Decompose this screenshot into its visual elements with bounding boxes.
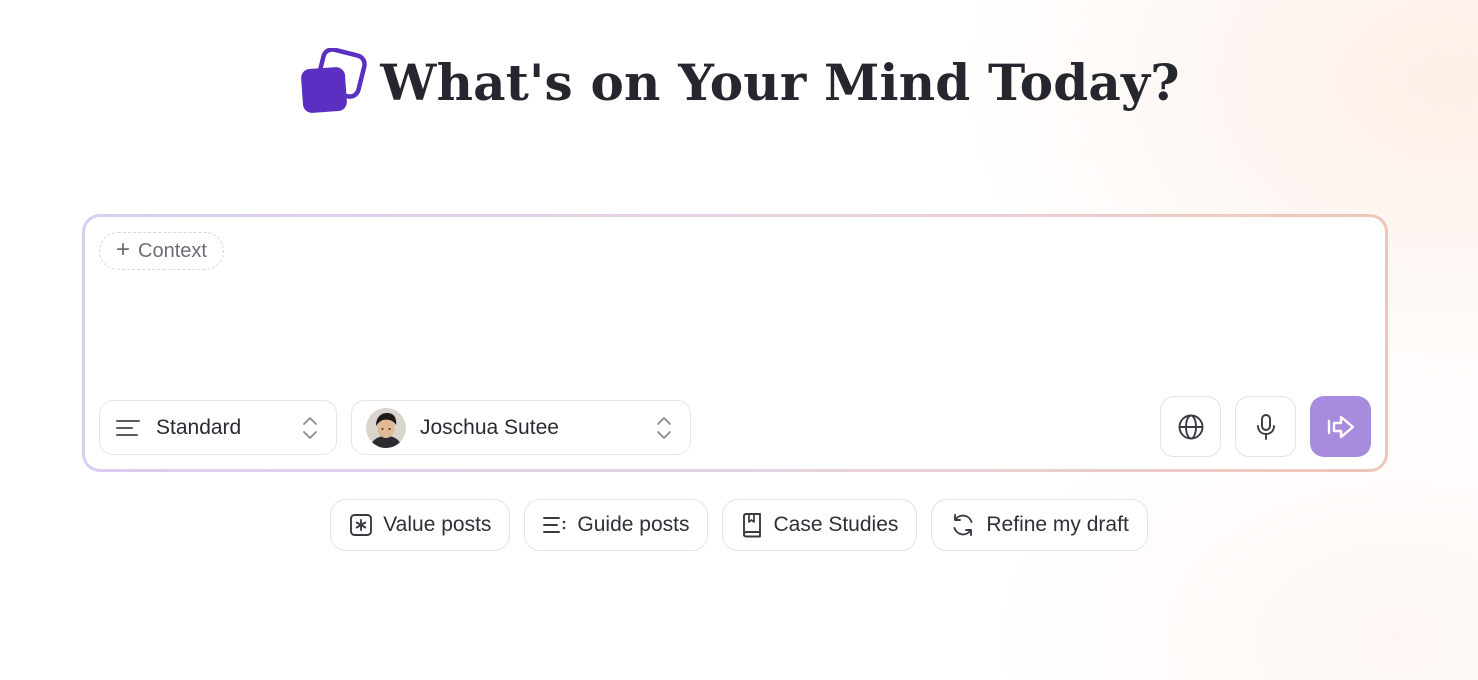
avatar: [366, 407, 406, 448]
page-header: What's on Your Mind Today?: [0, 48, 1478, 118]
asterisk-box-icon: [350, 514, 373, 536]
plus-icon: +: [116, 236, 131, 263]
web-search-button[interactable]: [1160, 396, 1221, 457]
prompt-composer[interactable]: + Context Standard Joschua Sutee: [85, 217, 1385, 469]
stacked-squares-logo-icon: [301, 48, 368, 113]
mode-select-value: Standard: [156, 415, 242, 439]
author-select[interactable]: Joschua Sutee: [351, 400, 691, 455]
refresh-icon: [953, 514, 973, 536]
list-icon: [543, 517, 566, 533]
composer-border: + Context Standard Joschua Sutee: [82, 214, 1388, 472]
suggestion-guide-posts[interactable]: Guide posts: [524, 499, 709, 551]
send-button[interactable]: [1310, 396, 1371, 457]
microphone-icon: [1256, 413, 1275, 440]
mode-select[interactable]: Standard: [99, 400, 337, 455]
suggestion-label: Refine my draft: [986, 513, 1129, 536]
voice-input-button[interactable]: [1235, 396, 1296, 457]
page-title: What's on Your Mind Today?: [380, 53, 1180, 112]
add-context-label: Context: [138, 239, 207, 262]
align-left-lines-icon: [116, 419, 140, 436]
add-context-button[interactable]: + Context: [99, 232, 224, 270]
chevron-up-down-icon: [303, 417, 317, 439]
book-icon: [743, 513, 762, 538]
chevron-up-down-icon: [657, 417, 671, 439]
globe-icon: [1178, 414, 1203, 439]
suggestion-label: Guide posts: [577, 513, 690, 536]
suggestion-label: Value posts: [383, 513, 492, 536]
suggestion-refine-draft[interactable]: Refine my draft: [931, 499, 1148, 551]
send-arrow-icon: [1327, 415, 1354, 438]
suggestion-label: Case Studies: [773, 513, 899, 536]
suggestion-chips: Value posts Guide posts Case Studies Ref…: [0, 499, 1478, 551]
author-select-value: Joschua Sutee: [420, 415, 559, 439]
suggestion-case-studies[interactable]: Case Studies: [722, 499, 918, 551]
suggestion-value-posts[interactable]: Value posts: [330, 499, 511, 551]
